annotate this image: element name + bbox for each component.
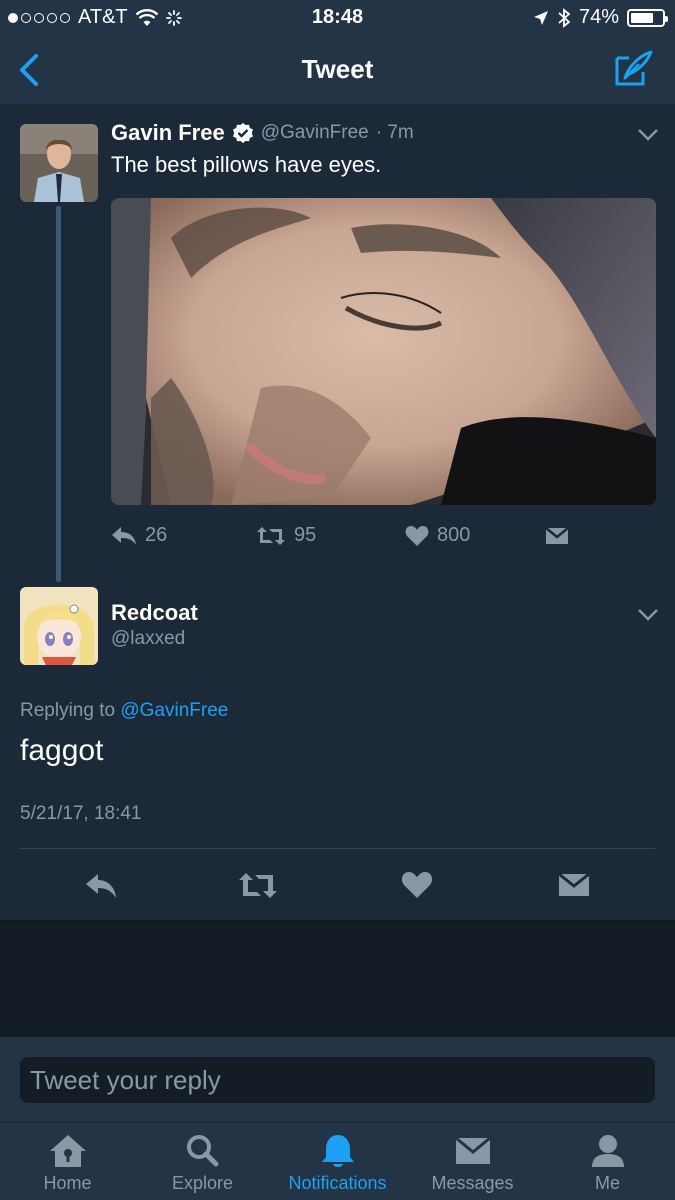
envelope-icon xyxy=(545,527,569,544)
verified-badge-icon xyxy=(232,123,253,143)
envelope-icon xyxy=(454,1136,491,1164)
replying-to-link[interactable]: @GavinFree xyxy=(120,700,228,721)
replying-to: Replying to @GavinFree xyxy=(20,700,228,722)
empty-area xyxy=(0,920,675,1037)
replying-to-prefix: Replying to xyxy=(20,700,116,721)
battery-level-fill xyxy=(631,12,654,23)
tweet-photo[interactable] xyxy=(111,198,656,505)
like-button[interactable]: 800 xyxy=(405,524,470,547)
reply-button[interactable]: 26 xyxy=(111,524,167,547)
avatar[interactable] xyxy=(20,124,98,202)
reply-author-handle[interactable]: @laxxed xyxy=(111,628,185,650)
envelope-icon[interactable] xyxy=(557,868,591,902)
author-name[interactable]: Gavin Free xyxy=(111,120,225,146)
thread-line xyxy=(56,206,61,582)
tab-me[interactable]: Me xyxy=(540,1123,675,1200)
tab-me-label: Me xyxy=(594,1173,620,1193)
tab-messages[interactable]: Messages xyxy=(405,1123,540,1200)
reply-actions xyxy=(0,850,675,920)
battery-percent: 74% xyxy=(578,6,619,28)
chevron-down-icon[interactable] xyxy=(637,128,659,142)
author-handle[interactable]: @GavinFree xyxy=(261,122,369,144)
chevron-down-icon[interactable] xyxy=(637,608,659,622)
tweet-time: · 7m xyxy=(375,122,414,143)
bell-icon xyxy=(321,1135,354,1167)
tweet-text: The best pillows have eyes. xyxy=(111,152,382,177)
tab-bar: Home Explore Notifications Messages Me xyxy=(0,1122,675,1200)
home-icon xyxy=(49,1135,86,1167)
compose-icon[interactable] xyxy=(613,48,655,90)
reply-author-name[interactable]: Redcoat xyxy=(111,600,198,626)
battery-icon xyxy=(627,8,668,27)
tab-notifications[interactable]: Notifications xyxy=(270,1123,405,1200)
divider xyxy=(20,848,655,849)
status-bar: AT&T 18:48 74% xyxy=(0,0,675,36)
bluetooth-icon xyxy=(558,7,571,28)
location-arrow-icon xyxy=(533,10,548,25)
status-bar-right: 74% xyxy=(533,6,668,29)
like-count: 800 xyxy=(437,524,471,546)
retweet-icon[interactable] xyxy=(238,868,278,902)
reply-icon[interactable] xyxy=(84,868,118,902)
reply-count: 26 xyxy=(145,524,168,546)
reply-icon xyxy=(112,526,136,545)
direct-message-button[interactable] xyxy=(545,526,569,546)
avatar[interactable] xyxy=(20,587,98,665)
retweet-button[interactable]: 95 xyxy=(256,524,316,547)
tweet-header: Gavin Free @GavinFree · 7m xyxy=(111,120,414,146)
tweet-actions: 26 95 800 xyxy=(111,520,656,554)
person-icon xyxy=(591,1135,624,1167)
tab-home[interactable]: Home xyxy=(0,1123,135,1200)
tab-messages-label: Messages xyxy=(431,1173,514,1193)
reply-composer xyxy=(0,1037,675,1122)
reply-text: faggot xyxy=(20,734,104,767)
heart-icon xyxy=(405,525,429,546)
tab-explore[interactable]: Explore xyxy=(135,1123,270,1200)
reply-input[interactable] xyxy=(20,1057,655,1103)
navigation-bar: Tweet xyxy=(0,36,675,104)
tab-home-label: Home xyxy=(43,1173,92,1193)
retweet-count: 95 xyxy=(294,524,317,546)
heart-icon[interactable] xyxy=(400,868,434,902)
search-icon xyxy=(186,1135,218,1167)
retweet-icon xyxy=(257,526,285,545)
tab-explore-label: Explore xyxy=(171,1173,234,1193)
tab-notifications-label: Notifications xyxy=(288,1173,387,1193)
page-title: Tweet xyxy=(301,54,374,84)
reply-timestamp: 5/21/17, 18:41 xyxy=(20,803,142,824)
